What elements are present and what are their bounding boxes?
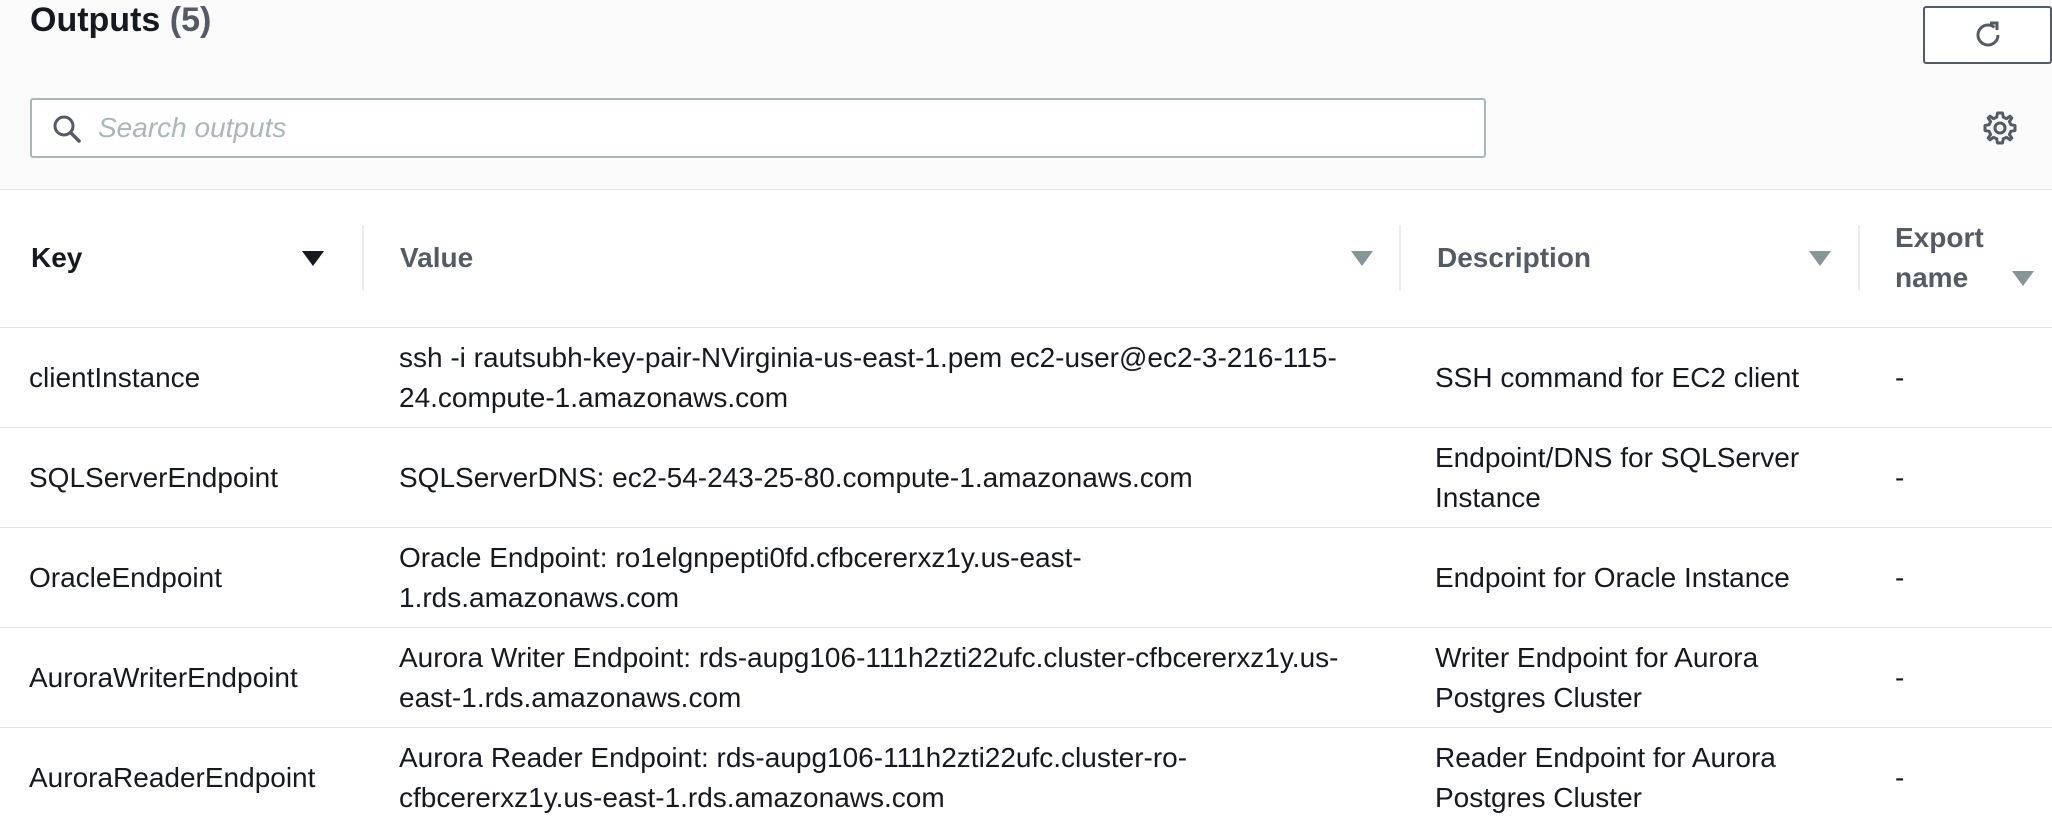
column-header-key[interactable]: Key xyxy=(0,189,362,328)
caret-down-icon[interactable] xyxy=(302,251,324,266)
outputs-table: Key Value Description Export name client… xyxy=(0,189,2052,826)
column-header-export-name[interactable]: Export name xyxy=(1858,189,2052,328)
column-divider[interactable] xyxy=(1858,225,1860,291)
table-header-row: Key Value Description Export name xyxy=(0,189,2052,328)
page-title: Outputs (5) xyxy=(30,0,211,40)
cell-value: Oracle Endpoint: ro1elgnpepti0fd.cfbcere… xyxy=(399,541,1082,613)
outputs-header-panel: Outputs (5) xyxy=(0,0,2052,190)
cell-description: Reader Endpoint for Aurora Postgres Clus… xyxy=(1435,741,1776,813)
cell-description: SSH command for EC2 client xyxy=(1435,361,1800,393)
cell-key: AuroraReaderEndpoint xyxy=(29,761,316,793)
table-row: OracleEndpoint Oracle Endpoint: ro1elgnp… xyxy=(0,528,2052,628)
cell-export-name: - xyxy=(1895,661,1905,693)
gear-icon[interactable] xyxy=(1982,110,2018,146)
column-header-label: Key xyxy=(31,242,83,273)
cell-export-name: - xyxy=(1895,761,1905,793)
cell-key: AuroraWriterEndpoint xyxy=(29,661,298,693)
table-row: AuroraWriterEndpoint Aurora Writer Endpo… xyxy=(0,628,2052,728)
column-header-label: Description xyxy=(1437,242,1592,273)
cell-export-name: - xyxy=(1895,361,1905,393)
table-row: SQLServerEndpoint SQLServerDNS: ec2-54-2… xyxy=(0,428,2052,528)
cell-description: Endpoint for Oracle Instance xyxy=(1435,561,1790,593)
table-row: AuroraReaderEndpoint Aurora Reader Endpo… xyxy=(0,728,2052,826)
caret-down-icon[interactable] xyxy=(2012,271,2034,286)
search-icon xyxy=(53,115,81,143)
column-divider[interactable] xyxy=(362,225,364,291)
cell-key: clientInstance xyxy=(29,361,201,393)
cell-key: OracleEndpoint xyxy=(29,561,223,593)
cell-export-name: - xyxy=(1895,461,1905,493)
refresh-icon xyxy=(1976,21,1999,47)
cell-value: ssh -i rautsubh-key-pair-NVirginia-us-ea… xyxy=(399,341,1337,413)
cell-value: Aurora Reader Endpoint: rds-aupg106-111h… xyxy=(399,741,1188,813)
column-header-label: Value xyxy=(400,242,474,273)
column-header-label: Export name xyxy=(1895,222,1984,293)
column-divider[interactable] xyxy=(1399,225,1401,291)
page-title-text: Outputs xyxy=(30,1,161,39)
refresh-button[interactable] xyxy=(1923,6,2052,64)
cell-description: Writer Endpoint for Aurora Postgres Clus… xyxy=(1435,641,1759,713)
cell-value: SQLServerDNS: ec2-54-243-25-80.compute-1… xyxy=(399,461,1193,493)
cell-key: SQLServerEndpoint xyxy=(29,461,279,493)
cell-description: Endpoint/DNS for SQLServer Instance xyxy=(1435,441,1800,513)
search-box xyxy=(30,98,1486,158)
column-header-description[interactable]: Description xyxy=(1399,189,1858,328)
cell-export-name: - xyxy=(1895,561,1905,593)
search-input[interactable] xyxy=(98,104,1468,152)
caret-down-icon[interactable] xyxy=(1351,251,1373,266)
caret-down-icon[interactable] xyxy=(1809,251,1831,266)
column-header-value[interactable]: Value xyxy=(362,189,1399,328)
output-count: (5) xyxy=(169,1,212,39)
outputs-page: Outputs (5) Search outputs Key Value Des… xyxy=(0,0,2052,826)
table-row: clientInstance ssh -i rautsubh-key-pair-… xyxy=(0,328,2052,428)
cell-value: Aurora Writer Endpoint: rds-aupg106-111h… xyxy=(399,641,1339,713)
